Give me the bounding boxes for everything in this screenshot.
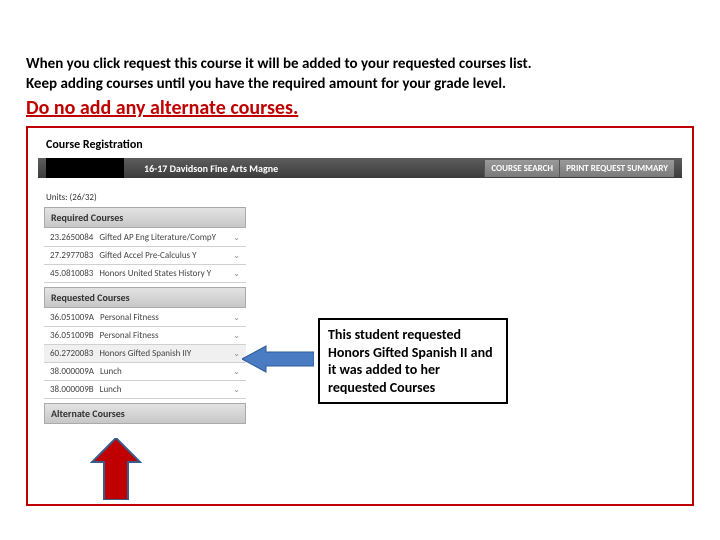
course-name: Gifted AP Eng Literature/CompY	[99, 232, 229, 243]
course-row[interactable]: 27.2977083 Gifted Accel Pre-Calculus Y ⌄	[44, 247, 246, 265]
section-requested[interactable]: Requested Courses	[44, 287, 246, 308]
course-row[interactable]: 23.2650084 Gifted AP Eng Literature/CompY…	[44, 229, 246, 247]
chevron-down-icon: ⌄	[233, 269, 240, 279]
units-label: Units: (26/32)	[46, 192, 682, 203]
course-name: Gifted Accel Pre-Calculus Y	[99, 250, 229, 261]
chevron-down-icon: ⌄	[233, 367, 240, 377]
chevron-down-icon: ⌄	[233, 331, 240, 341]
intro-line-1: When you click request this course it wi…	[26, 55, 694, 75]
tab-course-search[interactable]: COURSE SEARCH	[484, 160, 559, 177]
header-bar: 16-17 Davidson Fine Arts Magne COURSE SE…	[38, 158, 682, 178]
course-row[interactable]: 45.0810083 Honors United States History Y…	[44, 265, 246, 283]
section-required[interactable]: Required Courses	[44, 207, 246, 228]
course-row[interactable]: 36.051009A Personal Fitness ⌄	[44, 309, 246, 327]
arrow-left-icon	[242, 344, 314, 374]
course-name: Personal Fitness	[100, 330, 230, 341]
intro-line-2: Keep adding courses until you have the r…	[26, 75, 694, 95]
course-code: 60.2720083	[50, 348, 93, 359]
course-code: 45.0810083	[50, 268, 93, 279]
chevron-down-icon: ⌄	[233, 251, 240, 261]
arrow-up-icon	[90, 438, 142, 500]
chevron-down-icon: ⌄	[233, 385, 240, 395]
screenshot-frame: Course Registration 16-17 Davidson Fine …	[26, 126, 694, 506]
chevron-down-icon: ⌄	[233, 349, 240, 359]
course-row[interactable]: 60.2720083 Honors Gifted Spanish IIY ⌄	[44, 345, 246, 363]
course-name: Lunch	[100, 366, 229, 377]
course-name: Personal Fitness	[100, 312, 229, 323]
chevron-down-icon: ⌄	[233, 233, 240, 243]
callout-annotation: This student requested Honors Gifted Spa…	[318, 318, 508, 404]
course-code: 38.000009A	[50, 366, 94, 377]
chevron-down-icon: ⌄	[233, 313, 240, 323]
course-code: 36.051009A	[50, 312, 94, 323]
course-code: 27.2977083	[50, 250, 93, 261]
tab-print-summary[interactable]: PRINT REQUEST SUMMARY	[559, 160, 674, 177]
course-code: 38.000009B	[50, 384, 94, 395]
school-name: 16-17 Davidson Fine Arts Magne	[144, 162, 278, 175]
warning-text: Do no add any alternate courses.	[26, 96, 694, 120]
section-alternate[interactable]: Alternate Courses	[44, 403, 246, 424]
redacted-box	[46, 158, 124, 178]
course-name: Lunch	[100, 384, 230, 395]
page-title: Course Registration	[46, 138, 682, 152]
course-row[interactable]: 38.000009A Lunch ⌄	[44, 363, 246, 381]
course-name: Honors Gifted Spanish IIY	[99, 348, 229, 359]
course-code: 36.051009B	[50, 330, 94, 341]
course-code: 23.2650084	[50, 232, 93, 243]
course-row[interactable]: 36.051009B Personal Fitness⌄	[44, 327, 246, 345]
course-row[interactable]: 38.000009B Lunch⌄	[44, 381, 246, 399]
course-name: Honors United States History Y	[99, 268, 229, 279]
